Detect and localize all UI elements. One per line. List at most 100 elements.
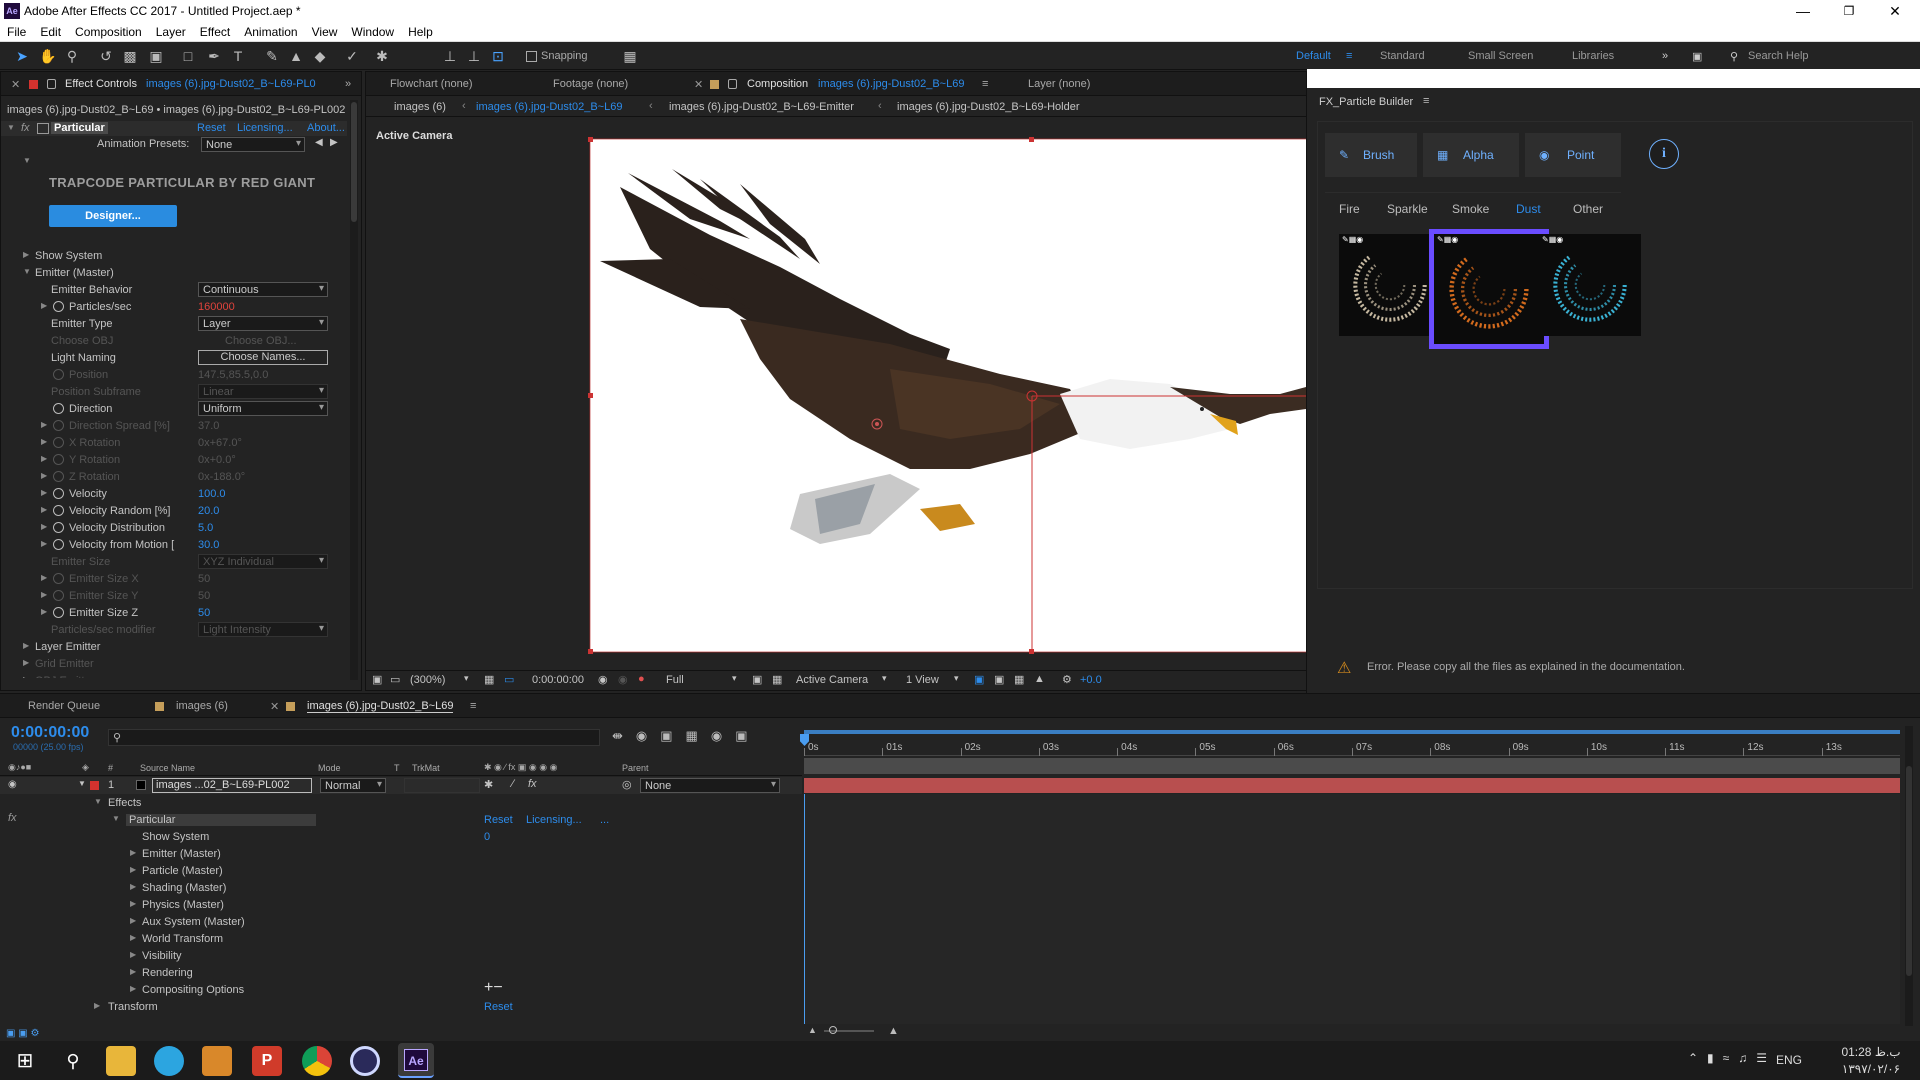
property-value[interactable]: 100.0 <box>198 488 226 500</box>
effect-name[interactable]: Particular <box>51 122 108 134</box>
region-of-interest-icon[interactable]: ▣ <box>752 673 762 686</box>
show-snapshot-icon[interactable]: ◉ <box>618 673 628 686</box>
property-row[interactable]: ▼ Emitter (Master) <box>1 265 359 282</box>
property-dropdown[interactable]: Light Intensity <box>198 622 328 637</box>
timeline-icon[interactable]: ▦ <box>1014 673 1024 686</box>
view-layout-arrow-icon[interactable]: ▾ <box>954 673 959 684</box>
twirl-icon[interactable]: ▶ <box>41 573 47 582</box>
property-tree-row[interactable]: ▶ World Transform <box>0 931 802 948</box>
twirl-icon[interactable]: ▶ <box>41 590 47 599</box>
work-area-bar[interactable] <box>804 726 1900 738</box>
zoom-tool-icon[interactable]: ⚲ <box>62 47 82 65</box>
licensing-link[interactable]: Licensing... <box>237 122 293 134</box>
property-value[interactable]: 50 <box>198 590 210 602</box>
fx-builder-menu-icon[interactable]: ≡ <box>1423 95 1429 107</box>
close-icon[interactable]: ✕ <box>1872 0 1918 22</box>
twirl-icon[interactable]: ▶ <box>23 658 29 667</box>
stopwatch-icon[interactable] <box>53 573 64 584</box>
comp-breadcrumb-3[interactable]: images (6).jpg-Dust02_B~L69-Holder <box>897 101 1080 113</box>
tab-layer[interactable]: Layer (none) <box>1028 78 1090 90</box>
resolution-dropdown[interactable]: Full <box>666 674 684 686</box>
twirl-icon[interactable]: ▶ <box>41 505 47 514</box>
property-value[interactable]: 50 <box>198 607 210 619</box>
menu-file[interactable]: File <box>0 22 33 39</box>
property-row[interactable]: ▶ Velocity from Motion [30.0 <box>1 537 359 554</box>
property-row[interactable]: ▶ Emitter Size X 50 <box>1 571 359 588</box>
comp-tab-menu-icon[interactable]: ≡ <box>982 78 988 90</box>
zoom-in-icon[interactable]: ▲ <box>888 1025 899 1037</box>
search-icon[interactable]: ⚲ <box>58 1046 88 1076</box>
property-tree-row[interactable]: ▶ Physics (Master) <box>0 897 802 914</box>
property-tree-row[interactable]: ▼ Particular Reset Licensing...... <box>0 812 802 829</box>
designer-button[interactable]: Designer... <box>49 205 177 227</box>
property-row[interactable]: ▶ X Rotation 0x+67.0° <box>1 435 359 452</box>
tab-effect-controls[interactable]: Effect Controls <box>65 78 137 90</box>
menu-help[interactable]: Help <box>401 22 440 39</box>
mode-point-button[interactable]: ◉ Point <box>1525 133 1621 177</box>
twirl-icon[interactable]: ▶ <box>130 865 136 874</box>
after-effects-taskbar-button[interactable]: Ae <box>398 1043 434 1078</box>
property-row[interactable]: Emitter Behavior Continuous <box>1 282 359 299</box>
zoom-dropdown[interactable]: (300%) <box>410 674 445 686</box>
property-row[interactable]: ▶ OBJ Emitter <box>1 673 359 678</box>
twirl-icon[interactable]: ▶ <box>130 984 136 993</box>
menu-composition[interactable]: Composition <box>68 22 149 39</box>
tab-active-comp[interactable]: images (6).jpg-Dust02_B~L69 <box>307 700 454 713</box>
twirl-icon[interactable]: ▶ <box>23 641 29 650</box>
clone-stamp-tool-icon[interactable]: ▲ <box>286 47 306 65</box>
timeline-search-input[interactable]: ⚲ <box>108 729 600 746</box>
channel-rgb-icon[interactable]: ● <box>638 673 645 685</box>
property-value[interactable]: 50 <box>198 573 210 585</box>
menu-animation[interactable]: Animation <box>237 22 304 39</box>
world-axis-icon[interactable]: ⊥ <box>464 47 484 65</box>
property-value[interactable]: 20.0 <box>198 505 219 517</box>
twirl-icon[interactable]: ▶ <box>23 675 29 678</box>
property-value[interactable]: 160000 <box>198 301 235 313</box>
monitor-icon[interactable]: ▭ <box>390 673 400 686</box>
twirl-icon[interactable]: ▶ <box>41 420 47 429</box>
layer-mode-dropdown[interactable]: Normal <box>320 778 386 793</box>
search-help-input[interactable]: Search Help <box>1748 50 1809 62</box>
comp-lock-icon[interactable] <box>728 79 737 89</box>
stopwatch-icon[interactable] <box>53 454 64 465</box>
category-other[interactable]: Other <box>1573 202 1603 216</box>
view-axis-icon[interactable]: ⊡ <box>488 47 508 65</box>
property-tree-row[interactable]: ▶ Visibility <box>0 948 802 965</box>
reset-link[interactable]: Reset <box>197 122 226 134</box>
comp-breadcrumb-2[interactable]: images (6).jpg-Dust02_B~L69-Emitter <box>669 101 854 113</box>
view-layout-dropdown[interactable]: 1 View <box>906 674 939 686</box>
twirl-icon[interactable]: ▶ <box>130 967 136 976</box>
choose-names-button[interactable]: Choose Names... <box>198 350 328 365</box>
choose-obj-button[interactable]: Choose OBJ... <box>225 335 297 347</box>
expand-custom-ui-icon[interactable]: ▼ <box>23 156 31 165</box>
tab-composition-name[interactable]: images (6).jpg-Dust02_B~L69 <box>818 78 964 90</box>
windows-start-icon[interactable]: ⊞ <box>10 1046 40 1076</box>
camera-view-arrow-icon[interactable]: ▾ <box>882 673 887 684</box>
property-dropdown[interactable]: Continuous <box>198 282 328 297</box>
stopwatch-icon[interactable] <box>53 471 64 482</box>
twirl-icon[interactable]: ▶ <box>94 1001 100 1010</box>
property-tree-value[interactable]: Reset <box>484 1001 513 1013</box>
workspace-standard[interactable]: Standard <box>1380 50 1425 62</box>
local-axis-icon[interactable]: ⊥ <box>440 47 460 65</box>
fx-toggle-icon[interactable]: fx <box>21 122 30 134</box>
property-row[interactable]: Emitter Type Layer <box>1 316 359 333</box>
twirl-icon[interactable]: ▶ <box>130 916 136 925</box>
workspace-menu-icon[interactable]: ≡ <box>1346 50 1352 62</box>
chrome-icon[interactable] <box>302 1046 332 1076</box>
property-row[interactable]: Light Naming Choose Names... <box>1 350 359 367</box>
pen-tool-icon[interactable]: ✒ <box>204 47 224 65</box>
layer-duration-bar[interactable] <box>804 778 1900 793</box>
zoom-out-icon[interactable]: ▲ <box>808 1025 817 1035</box>
twirl-icon[interactable]: ▶ <box>23 250 29 259</box>
maximize-icon[interactable]: ❐ <box>1826 0 1872 22</box>
text-tool-icon[interactable]: T <box>228 47 248 65</box>
cinema4d-icon[interactable] <box>350 1046 380 1076</box>
motion-blur-icon[interactable]: ◉ <box>711 728 735 743</box>
timeline-tab-menu-icon[interactable]: ≡ <box>470 700 476 712</box>
puppet-pin-tool-icon[interactable]: ✱ <box>372 47 392 65</box>
clock-date[interactable]: ۱۳۹۷/۰۲/۰۶ <box>1838 1062 1904 1076</box>
category-sparkle[interactable]: Sparkle <box>1387 202 1428 216</box>
mask-visibility-icon[interactable]: ▭ <box>504 673 514 686</box>
workspace-small-screen[interactable]: Small Screen <box>1468 50 1533 62</box>
